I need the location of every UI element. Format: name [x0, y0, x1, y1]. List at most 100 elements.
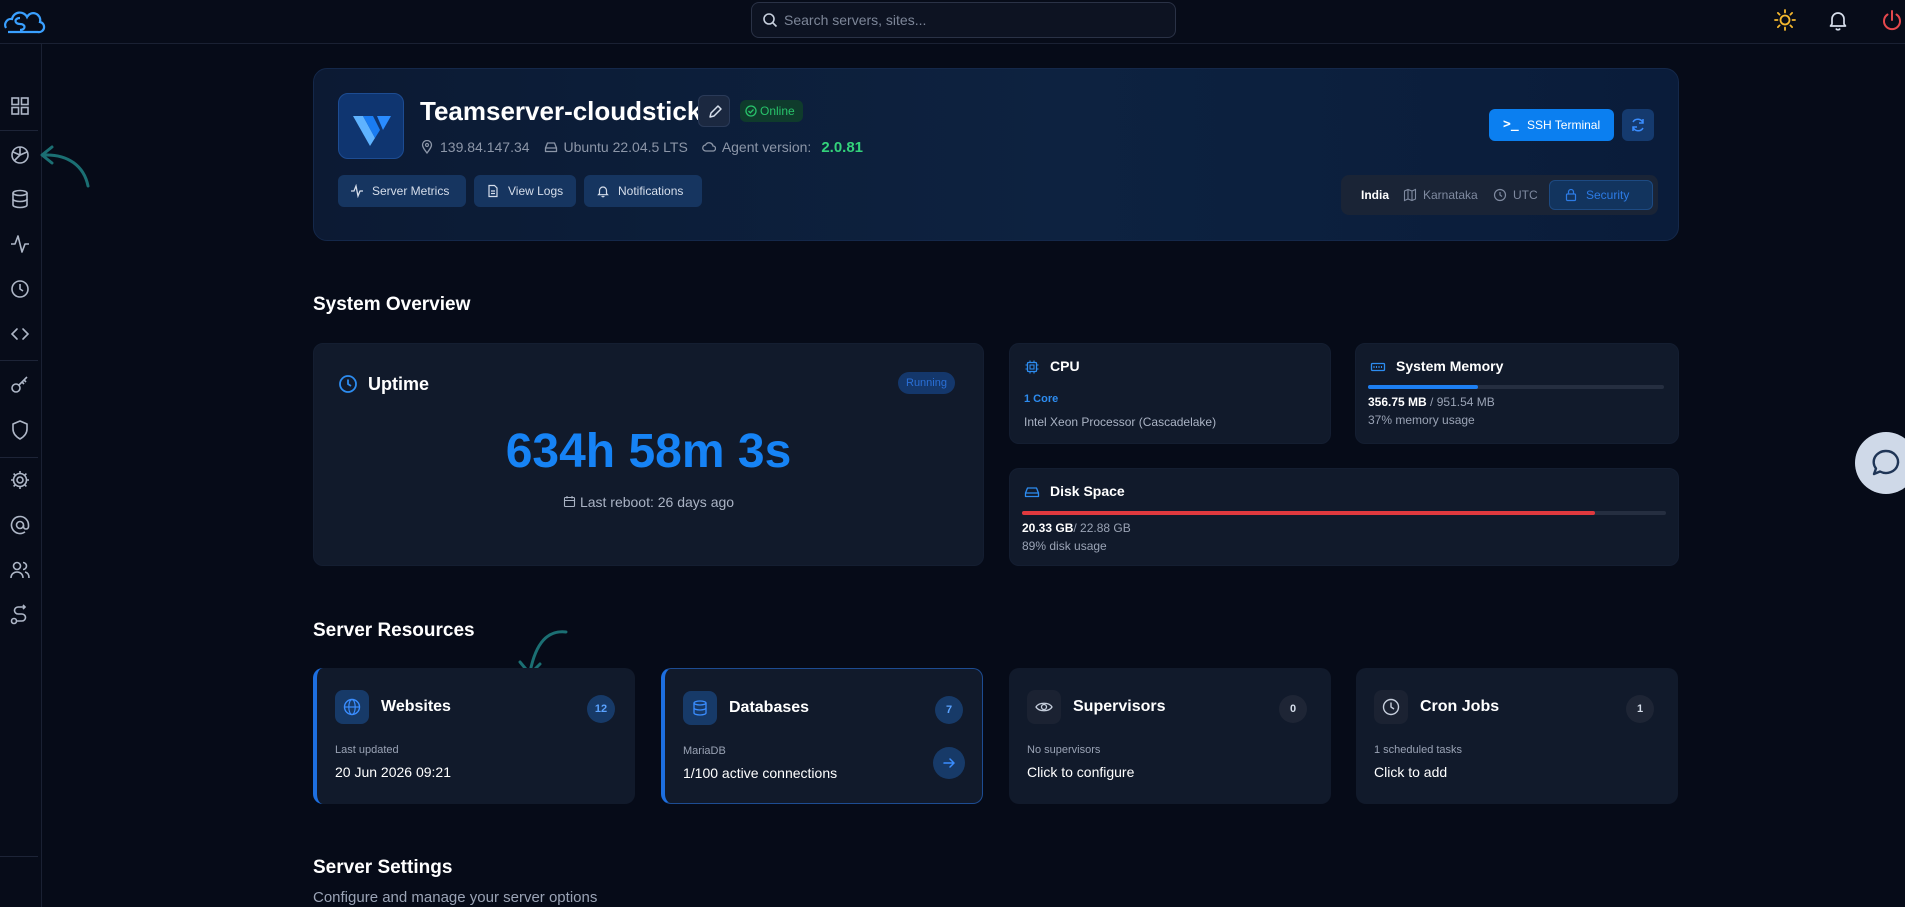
cloud-icon: [701, 142, 716, 152]
check-circle-icon: [745, 105, 757, 117]
server-network-icon[interactable]: [8, 143, 32, 167]
activity-icon[interactable]: [8, 232, 32, 256]
bell-icon: [597, 186, 609, 198]
disk-bar: [1022, 511, 1666, 515]
refresh-icon: [1632, 118, 1644, 132]
cron-jobs-title: Cron Jobs: [1420, 698, 1500, 715]
globe-icon: [343, 698, 361, 716]
chat-icon: [1872, 449, 1900, 476]
search-box[interactable]: [751, 2, 1176, 38]
cpu-cores: 1 Core: [1024, 393, 1059, 405]
databases-card[interactable]: Databases 7 MariaDB 1/100 active connect…: [661, 668, 983, 804]
location-bar: India Karnataka UTC Security: [1341, 175, 1658, 215]
ssh-terminal-label: SSH Terminal: [1527, 118, 1601, 132]
code-icon[interactable]: [8, 322, 32, 346]
databases-sub: MariaDB: [683, 745, 726, 757]
cron-jobs-card[interactable]: Cron Jobs 1 1 scheduled tasks Click to a…: [1356, 668, 1678, 804]
eye-icon: [1035, 702, 1053, 712]
websites-count: 12: [587, 695, 615, 723]
bell-icon[interactable]: [1826, 8, 1850, 32]
websites-card[interactable]: Websites 12 Last updated 20 Jun 2026 09:…: [313, 668, 635, 804]
at-sign-icon[interactable]: [8, 513, 32, 537]
memory-used: 356.75 MB: [1368, 395, 1427, 409]
refresh-button[interactable]: [1622, 109, 1654, 141]
agent-version: 2.0.81: [821, 138, 864, 156]
chat-widget-button[interactable]: [1855, 432, 1905, 494]
memory-bar: [1368, 385, 1664, 389]
view-logs-button[interactable]: View Logs: [474, 175, 576, 207]
cpu-icon: [1025, 360, 1039, 374]
location-timezone: UTC: [1513, 188, 1538, 202]
cron-jobs-count: 1: [1626, 695, 1654, 723]
databases-title: Databases: [729, 699, 810, 716]
system-overview-heading: System Overview: [313, 294, 471, 315]
memory-percent: 37% memory usage: [1368, 413, 1475, 427]
disk-total: / 22.88 GB: [1073, 521, 1131, 535]
databases-arrow-button[interactable]: [933, 747, 965, 779]
server-settings-subtitle: Configure and manage your server options: [313, 889, 598, 906]
users-icon[interactable]: [8, 558, 32, 582]
memory-total: / 951.54 MB: [1430, 395, 1495, 409]
disk-card: Disk Space 20.33 GB/ 22.88 GB 89% disk u…: [1009, 468, 1679, 566]
notifications-button[interactable]: Notifications: [584, 175, 702, 207]
lock-icon: [1565, 188, 1577, 202]
cpu-title: CPU: [1050, 358, 1080, 374]
pencil-icon: [709, 105, 722, 118]
disk-used: 20.33 GB: [1022, 521, 1074, 535]
clock-icon: [1382, 698, 1400, 716]
uptime-title: Uptime: [368, 374, 430, 394]
supervisors-card[interactable]: Supervisors 0 No supervisors Click to co…: [1009, 668, 1331, 804]
server-metrics-button[interactable]: Server Metrics: [338, 175, 466, 207]
websites-sub: Last updated: [335, 744, 399, 756]
cloudstick-logo[interactable]: [0, 8, 50, 36]
ssh-terminal-button[interactable]: >_ SSH Terminal: [1489, 109, 1614, 141]
cron-jobs-sub: 1 scheduled tasks: [1374, 744, 1463, 756]
last-reboot: Last reboot: 26 days ago: [314, 494, 983, 510]
supervisors-main: Click to configure: [1027, 764, 1135, 780]
server-meta: 139.84.147.34 Ubuntu 22.04.5 LTS Agent v…: [420, 137, 863, 157]
security-button[interactable]: Security: [1549, 180, 1653, 210]
status-text: Online: [760, 104, 795, 118]
database-icon[interactable]: [8, 187, 32, 211]
disk-title: Disk Space: [1050, 483, 1125, 499]
power-icon[interactable]: [1880, 8, 1904, 32]
database-icon-box: [683, 691, 717, 725]
server-ip: 139.84.147.34: [440, 139, 530, 155]
file-text-icon: [488, 184, 498, 198]
search-input[interactable]: [784, 10, 1164, 30]
uptime-value: 634h 58m 3s: [505, 425, 792, 478]
server-header-card: Teamserver-cloudstick Online 139.84.147.…: [313, 68, 1679, 241]
map-pin-icon: [421, 140, 433, 154]
edit-name-button[interactable]: [698, 95, 730, 127]
search-icon: [763, 13, 778, 28]
annotation-arrow-icon: [40, 145, 90, 188]
settings-icon[interactable]: [8, 468, 32, 492]
eye-icon-box: [1027, 690, 1061, 724]
view-logs-label: View Logs: [508, 184, 564, 198]
last-reboot-text: Last reboot: 26 days ago: [579, 494, 735, 510]
calendar-icon: [563, 496, 575, 508]
cpu-card: CPU 1 Core Intel Xeon Processor (Cascade…: [1009, 343, 1331, 444]
sun-icon[interactable]: [1773, 8, 1797, 32]
cpu-model: Intel Xeon Processor (Cascadelake): [1024, 415, 1217, 429]
clock-icon[interactable]: [8, 277, 32, 301]
disk-percent: 89% disk usage: [1022, 539, 1107, 553]
key-icon[interactable]: [8, 373, 32, 397]
memory-card: System Memory 356.75 MB / 951.54 MB 37% …: [1355, 343, 1679, 444]
hard-drive-icon: [1024, 487, 1040, 498]
provider-logo: [338, 93, 404, 159]
server-resources-heading: Server Resources: [313, 620, 475, 641]
supervisors-count: 0: [1279, 695, 1307, 723]
server-settings-heading: Server Settings: [313, 857, 453, 878]
running-badge: Running: [898, 372, 955, 394]
status-badge: Online: [740, 100, 803, 122]
route-icon[interactable]: [8, 603, 32, 627]
shield-icon[interactable]: [8, 418, 32, 442]
security-label: Security: [1586, 188, 1630, 202]
supervisors-title: Supervisors: [1073, 698, 1166, 715]
supervisors-sub: No supervisors: [1027, 744, 1101, 756]
map-icon: [1403, 188, 1417, 202]
disk-usage-line: 20.33 GB/ 22.88 GB: [1022, 521, 1131, 535]
dashboard-icon[interactable]: [8, 94, 32, 118]
clock-icon: [339, 375, 357, 393]
